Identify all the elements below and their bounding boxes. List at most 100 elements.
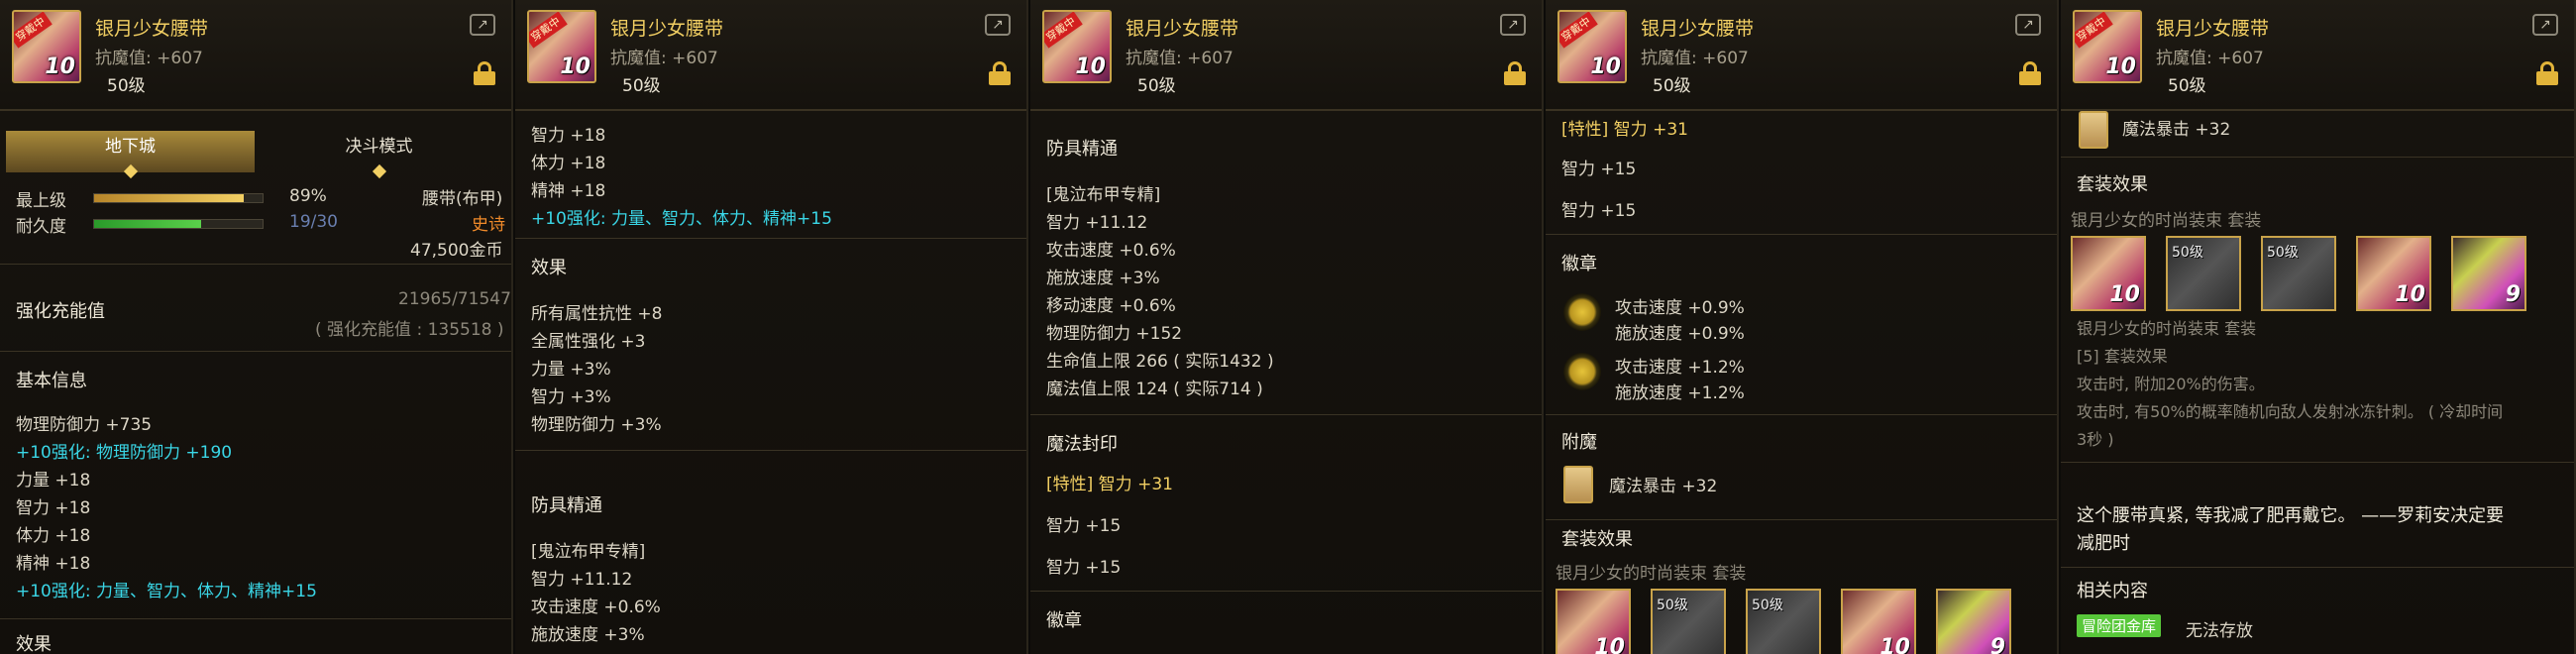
- seal-title: 魔法封印: [1046, 434, 1118, 455]
- charge-label: 强化充能值: [16, 301, 105, 322]
- price: 47,500金币: [410, 241, 503, 261]
- emblem-title: 徽章: [1561, 254, 1597, 274]
- set-title: 套装效果: [1561, 529, 1633, 550]
- equipped-badge: 穿戴中: [14, 12, 53, 49]
- share-icon[interactable]: ↗: [2015, 14, 2041, 36]
- max-grade-value: 89%: [289, 186, 327, 206]
- share-icon[interactable]: ↗: [470, 14, 495, 36]
- emblem-line: 施放速度 +1.2%: [1615, 383, 1745, 403]
- set-effect-line: 攻击时, 附加20%的伤害。: [2077, 375, 2265, 393]
- emblem-line: 攻击速度 +1.2%: [1615, 358, 1745, 378]
- lock-icon[interactable]: [2536, 61, 2558, 85]
- tab-dungeon[interactable]: 地下城: [6, 131, 255, 179]
- related-text: 无法存放: [2186, 621, 2253, 641]
- share-icon[interactable]: ↗: [1500, 14, 1526, 36]
- item-name: 银月少女腰带: [1641, 18, 1755, 40]
- emblem-line: 攻击速度 +0.9%: [1615, 298, 1745, 318]
- durability-label: 耐久度: [16, 217, 66, 237]
- magic-resist: 抗魔值: +607: [610, 49, 718, 68]
- set-name: 银月少女的时尚装束 套装: [1556, 564, 1747, 584]
- set-item-slot[interactable]: 50级: [1651, 589, 1726, 654]
- item-tooltip-panel-5: 穿戴中 10 银月少女腰带 抗魔值: +607 50级 ↗ 魔法暴击 +32 套…: [2061, 0, 2576, 654]
- seal-line: [特性] 智力 +31: [1046, 475, 1173, 494]
- rarity: 史诗: [472, 215, 505, 235]
- share-icon[interactable]: ↗: [2532, 14, 2558, 36]
- item-header: 穿戴中 10 银月少女腰带 抗魔值: +607 50级 ↗: [0, 0, 511, 111]
- yellow-emblem-icon: [1563, 353, 1601, 390]
- set-item-slot[interactable]: 10: [2071, 236, 2146, 311]
- enhance-level: 10: [45, 54, 75, 79]
- seal-line: [特性] 智力 +31: [1561, 120, 1688, 140]
- emblem-line: 施放速度 +0.9%: [1615, 324, 1745, 344]
- belt-item-icon: 穿戴中 10: [1557, 10, 1627, 83]
- set-item-slot[interactable]: 10: [1556, 589, 1631, 654]
- lock-icon[interactable]: [989, 61, 1011, 85]
- stat-line: 精神 +18: [16, 554, 91, 574]
- enchant-title: 附魔: [1561, 432, 1597, 453]
- effect-title-cut: 效果: [16, 634, 52, 654]
- magic-resist: 抗魔值: +607: [2156, 49, 2264, 68]
- stat-line: 智力 +18: [531, 126, 606, 146]
- mastery-line: 智力 +11.12: [531, 570, 633, 590]
- item-name: 银月少女腰带: [2156, 18, 2270, 40]
- enchant-card-icon: [1563, 466, 1593, 503]
- mastery-line: 生命值上限 266 ( 实际1432 ): [1046, 352, 1274, 372]
- mastery-line: [鬼泣布甲专精]: [531, 542, 646, 562]
- item-level: 50级: [622, 76, 661, 96]
- effect-title: 效果: [531, 258, 567, 278]
- seal-line: 智力 +15: [1046, 516, 1122, 536]
- related-title: 相关内容: [2077, 581, 2148, 601]
- seal-line: 智力 +15: [1046, 558, 1122, 578]
- lock-icon[interactable]: [474, 61, 495, 85]
- set-item-slot[interactable]: 50级: [1746, 589, 1821, 654]
- enchant-line: 魔法暴击 +32: [2122, 120, 2231, 140]
- item-name: 银月少女腰带: [610, 18, 724, 40]
- basic-info-title: 基本信息: [16, 371, 87, 391]
- item-level: 50级: [1137, 76, 1176, 96]
- enhance-level: 10: [1075, 54, 1106, 79]
- magic-resist: 抗魔值: +607: [1126, 49, 1234, 68]
- set-item-slot[interactable]: 10: [2356, 236, 2431, 311]
- set-item-slot[interactable]: 50级: [2166, 236, 2241, 311]
- stat-line: 体力 +18: [531, 154, 606, 173]
- flavor-text-cont: 减肥时: [2077, 533, 2130, 554]
- share-icon[interactable]: ↗: [985, 14, 1011, 36]
- belt-item-icon: 穿戴中 10: [12, 10, 81, 83]
- seal-line: 智力 +15: [1561, 201, 1637, 221]
- effect-line: 物理防御力 +3%: [531, 415, 662, 435]
- set-name: 银月少女的时尚装束 套装: [2071, 211, 2262, 231]
- seal-line: 智力 +15: [1561, 160, 1637, 179]
- stat-line: 物理防御力 +735: [16, 415, 153, 435]
- lock-icon[interactable]: [2019, 61, 2041, 85]
- item-tooltip-panel-4: 穿戴中 10 银月少女腰带 抗魔值: +607 50级 ↗ [特性] 智力 +3…: [1546, 0, 2059, 654]
- set-item-slot[interactable]: 9: [2451, 236, 2526, 311]
- mode-tabs: 地下城 决斗模式: [6, 131, 503, 179]
- set-item-slot[interactable]: 50级: [2261, 236, 2336, 311]
- equipped-badge: 穿戴中: [1559, 12, 1598, 49]
- charge-sub: ( 强化充能值 : 135518 ): [315, 320, 504, 340]
- stat-line: 精神 +18: [531, 181, 606, 201]
- item-tooltip-panel-1: 穿戴中 10 银月少女腰带 抗魔值: +607 50级 ↗ 地下城 决斗模式 最…: [0, 0, 513, 654]
- enhance-level: 10: [560, 54, 590, 79]
- mastery-line: [鬼泣布甲专精]: [1046, 185, 1161, 205]
- item-level: 50级: [1653, 76, 1691, 96]
- item-tooltip-panel-3: 穿戴中 10 银月少女腰带 抗魔值: +607 50级 ↗ 防具精通 [鬼泣布甲…: [1030, 0, 1544, 654]
- item-header: 穿戴中 10 银月少女腰带 抗魔值: +607 50级 ↗: [1546, 0, 2057, 111]
- charge-value: 21965/71547: [398, 289, 511, 309]
- set-item-slot[interactable]: 10: [1841, 589, 1916, 654]
- item-type: 腰带(布甲): [422, 189, 503, 209]
- stat-line: 智力 +18: [16, 498, 91, 518]
- set-item-slot[interactable]: 9: [1936, 589, 2011, 654]
- mastery-line: 移动速度 +0.6%: [1046, 296, 1176, 316]
- mastery-line: 施放速度 +3%: [1046, 269, 1160, 288]
- enchant-line: 魔法暴击 +32: [1609, 477, 1718, 496]
- mastery-line: 智力 +11.12: [1046, 213, 1148, 233]
- item-tooltip-panel-2: 穿戴中 10 银月少女腰带 抗魔值: +607 50级 ↗ 智力 +18 体力 …: [515, 0, 1028, 654]
- tab-pvp[interactable]: 决斗模式: [255, 131, 503, 179]
- lock-icon[interactable]: [1504, 61, 1526, 85]
- enchant-card-icon: [2079, 111, 2108, 149]
- emblem-title: 徽章: [1046, 610, 1082, 631]
- equipped-badge: 穿戴中: [1044, 12, 1083, 49]
- stat-line: 体力 +18: [16, 526, 91, 546]
- item-header: 穿戴中 10 银月少女腰带 抗魔值: +607 50级 ↗: [2061, 0, 2574, 111]
